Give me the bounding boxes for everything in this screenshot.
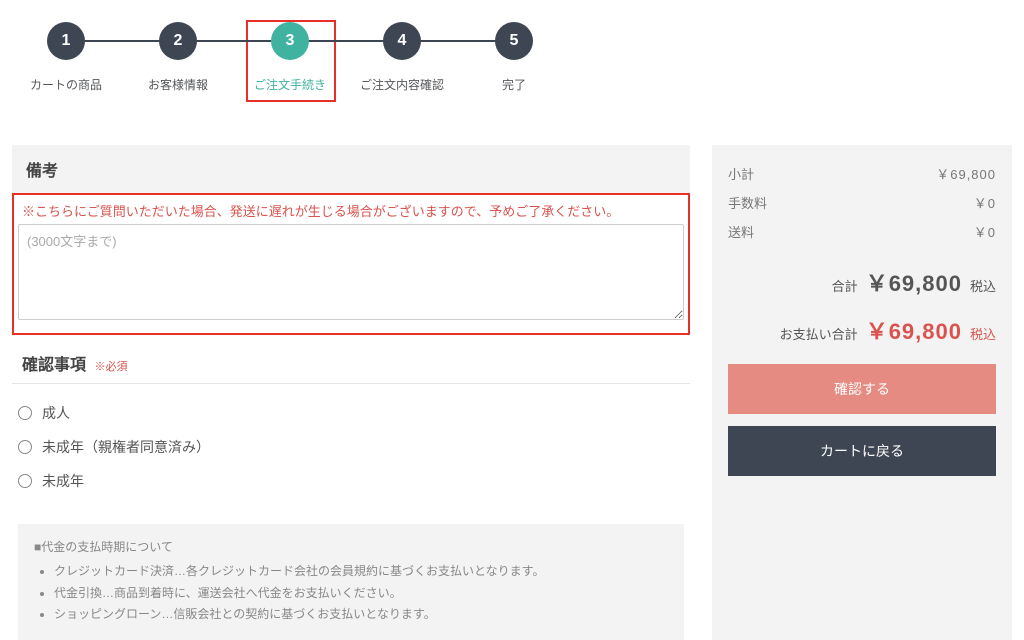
subtotal-value: ￥69,800 — [936, 164, 996, 183]
payment-info-line: ショッピングローン…信販会社との契約に基づくお支払いとなります。 — [54, 604, 668, 626]
confirm-heading-text: 確認事項 — [22, 357, 86, 374]
subtotal-row: 小計 ￥69,800 — [728, 159, 996, 188]
back-to-cart-button[interactable]: カートに戻る — [728, 426, 996, 476]
step-3[interactable]: 3 ご注文手続き — [234, 22, 346, 93]
radio-minor-consented[interactable]: 未成年（親権者同意済み） — [18, 430, 684, 464]
payment-info-line: クレジットカード決済…各クレジットカード会社の会員規約に基づくお支払いとなります… — [54, 561, 668, 583]
tax-included-label: 税込 — [970, 276, 996, 295]
step-number: 3 — [271, 22, 309, 60]
radio-icon — [18, 440, 32, 454]
payment-info-line: 代金引換…商品到着時に、運送会社へ代金をお支払いください。 — [54, 583, 668, 605]
remarks-warning: ※こちらにご質問いただいた場合、発送に遅れが生じる場合がございますので、予めご了… — [18, 201, 684, 220]
step-label: 完了 — [502, 76, 526, 93]
total-row: 合計 ￥69,800 税込 — [728, 246, 996, 306]
step-2[interactable]: 2 お客様情報 — [122, 22, 234, 93]
step-label: カートの商品 — [30, 76, 102, 93]
left-column: 備考 ※こちらにご質問いただいた場合、発送に遅れが生じる場合がございますので、予… — [12, 145, 690, 640]
step-label: ご注文内容確認 — [360, 76, 444, 93]
shipping-label: 送料 — [728, 222, 754, 241]
fee-value: ￥0 — [974, 193, 996, 212]
step-label: お客様情報 — [148, 76, 208, 93]
payment-info-box: ■代金の支払時期について クレジットカード決済…各クレジットカード会社の会員規約… — [18, 524, 684, 640]
radio-icon — [18, 474, 32, 488]
radio-icon — [18, 406, 32, 420]
checkout-stepper: 1 カートの商品 2 お客様情報 3 ご注文手続き 4 ご注文内容確認 5 完了 — [0, 0, 1024, 105]
remarks-heading: 備考 — [12, 145, 690, 193]
payment-total-row: お支払い合計 ￥69,800 税込 — [728, 306, 996, 364]
total-value: ￥69,800 — [866, 266, 962, 298]
fee-row: 手数料 ￥0 — [728, 188, 996, 217]
shipping-row: 送料 ￥0 — [728, 217, 996, 246]
required-badge: ※必須 — [94, 361, 127, 373]
step-number: 4 — [383, 22, 421, 60]
payment-total-value: ￥69,800 — [866, 314, 962, 346]
radio-label: 未成年 — [42, 471, 84, 491]
radio-minor[interactable]: 未成年 — [18, 464, 684, 498]
remarks-section: ※こちらにご質問いただいた場合、発送に遅れが生じる場合がございますので、予めご了… — [12, 193, 690, 335]
shipping-value: ￥0 — [974, 222, 996, 241]
radio-adult[interactable]: 成人 — [18, 396, 684, 430]
step-number: 1 — [47, 22, 85, 60]
payment-info-title: ■代金の支払時期について — [34, 538, 668, 555]
order-summary: 小計 ￥69,800 手数料 ￥0 送料 ￥0 合計 ￥69,800 税込 お支… — [712, 145, 1012, 640]
radio-label: 成人 — [42, 403, 70, 423]
fee-label: 手数料 — [728, 193, 767, 212]
confirm-radio-group: 成人 未成年（親権者同意済み） 未成年 — [12, 384, 690, 510]
remarks-input[interactable] — [18, 224, 684, 320]
step-label: ご注文手続き — [254, 76, 326, 93]
step-number: 2 — [159, 22, 197, 60]
subtotal-label: 小計 — [728, 164, 754, 183]
total-label: 合計 — [832, 276, 858, 295]
step-number: 5 — [495, 22, 533, 60]
confirm-button[interactable]: 確認する — [728, 364, 996, 414]
radio-label: 未成年（親権者同意済み） — [42, 437, 210, 457]
confirm-heading: 確認事項 ※必須 — [12, 335, 690, 384]
step-1[interactable]: 1 カートの商品 — [10, 22, 122, 93]
step-5[interactable]: 5 完了 — [458, 22, 570, 93]
tax-included-label: 税込 — [970, 324, 996, 343]
step-4[interactable]: 4 ご注文内容確認 — [346, 22, 458, 93]
payment-total-label: お支払い合計 — [780, 324, 858, 343]
